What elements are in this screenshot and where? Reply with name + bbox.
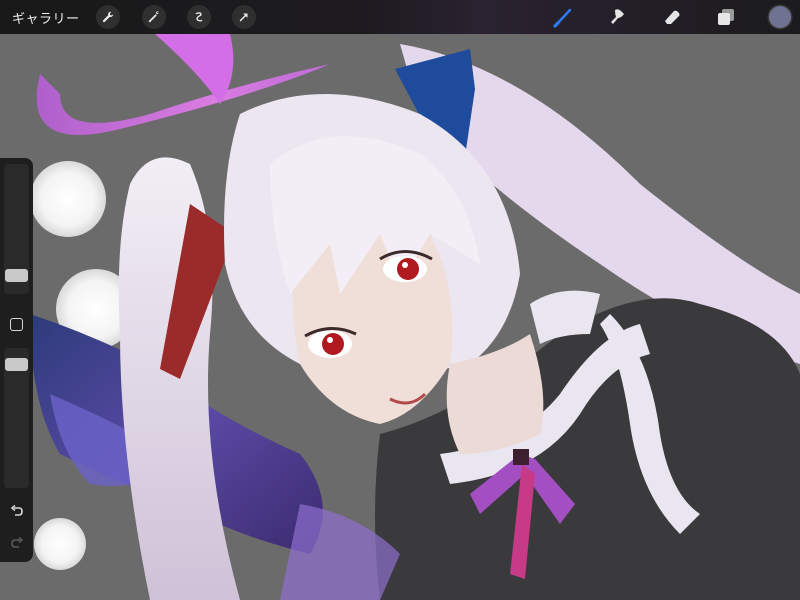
left-sidebar [0, 158, 33, 562]
brush-size-slider[interactable] [4, 164, 29, 294]
top-toolbar: ギャラリー [0, 0, 800, 34]
eraser-tool-button[interactable] [661, 6, 683, 28]
eraser-icon [665, 10, 680, 24]
undo-icon [10, 504, 23, 516]
opacity-slider-thumb[interactable] [5, 358, 28, 371]
color-picker-button[interactable] [769, 6, 791, 28]
actions-wrench-button[interactable] [96, 5, 120, 29]
redo-icon [11, 536, 24, 548]
gallery-button[interactable]: ギャラリー [12, 8, 80, 27]
opacity-slider[interactable] [4, 348, 29, 488]
smudge-icon [611, 9, 624, 24]
undo-button[interactable] [8, 502, 26, 520]
redo-button[interactable] [8, 534, 26, 552]
selection-icon [195, 12, 203, 22]
adjustments-button[interactable] [142, 5, 166, 29]
transform-arrow-icon [239, 13, 248, 22]
drawing-canvas[interactable] [0, 34, 800, 600]
smudge-tool-button[interactable] [607, 6, 629, 28]
brush-icon [553, 8, 572, 28]
brush-size-slider-thumb[interactable] [5, 269, 28, 282]
layers-icon [718, 9, 734, 25]
wrench-icon [102, 11, 114, 23]
transform-button[interactable] [232, 5, 256, 29]
modify-square-icon[interactable] [10, 318, 23, 331]
magic-wand-icon [148, 10, 159, 23]
artwork-illustration [30, 34, 800, 600]
layers-button[interactable] [715, 6, 737, 28]
brush-tool-button[interactable] [553, 6, 575, 28]
selection-button[interactable] [187, 5, 211, 29]
